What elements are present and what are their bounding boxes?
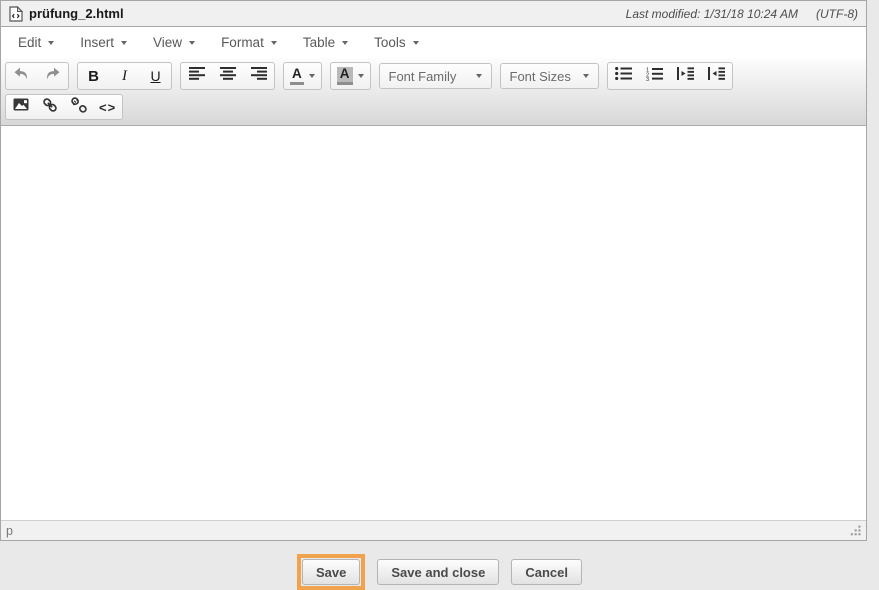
indent-icon: [677, 67, 694, 85]
align-right-button[interactable]: [243, 63, 274, 89]
toolbar-row-1: B I U: [5, 62, 862, 90]
outdent-icon: [708, 67, 725, 85]
chevron-down-icon: [309, 74, 315, 78]
menu-table-label: Table: [303, 35, 335, 50]
underline-button[interactable]: U: [140, 63, 171, 89]
unlink-icon: [71, 97, 87, 118]
save-and-close-button[interactable]: Save and close: [377, 559, 499, 585]
resize-grip[interactable]: [850, 525, 861, 536]
menu-insert-label: Insert: [80, 35, 114, 50]
menu-edit-label: Edit: [18, 35, 41, 50]
text-style-group: B I U: [77, 62, 172, 90]
redo-icon: [44, 67, 61, 86]
font-family-label: Font Family: [389, 69, 457, 84]
bold-button[interactable]: B: [78, 63, 109, 89]
outdent-button[interactable]: [701, 63, 732, 89]
numbered-list-icon: 1 2 3: [646, 67, 663, 86]
redo-button[interactable]: [37, 63, 68, 89]
underline-icon: U: [150, 68, 160, 84]
align-center-button[interactable]: [212, 63, 243, 89]
save-button[interactable]: Save: [302, 559, 360, 585]
encoding-label: (UTF-8): [816, 7, 858, 21]
chevron-down-icon: [583, 74, 589, 78]
menu-tools[interactable]: Tools: [362, 28, 431, 57]
insert-image-button[interactable]: [6, 95, 35, 119]
font-sizes-label: Font Sizes: [510, 69, 571, 84]
source-code-icon: <>: [99, 100, 116, 115]
menu-view[interactable]: View: [141, 28, 207, 57]
font-sizes-select[interactable]: Font Sizes: [500, 63, 599, 89]
editor-content-area[interactable]: [1, 126, 866, 520]
numbered-list-button[interactable]: 1 2 3: [639, 63, 670, 89]
background-color-button[interactable]: A: [331, 63, 370, 89]
menu-tools-label: Tools: [374, 35, 406, 50]
forecolor-split-button: A: [283, 62, 322, 90]
html-editor: Edit Insert View Format Table Tools: [0, 27, 867, 541]
toolbar-container: B I U: [1, 58, 866, 126]
menu-format-label: Format: [221, 35, 264, 50]
font-family-select[interactable]: Font Family: [379, 63, 492, 89]
svg-text:3: 3: [646, 77, 649, 81]
chevron-down-icon: [48, 41, 54, 45]
chevron-down-icon: [271, 41, 277, 45]
menu-view-label: View: [153, 35, 182, 50]
save-button-highlight: Save: [297, 554, 365, 590]
link-icon: [42, 97, 58, 118]
background-color-icon: A: [337, 67, 353, 85]
image-icon: [13, 98, 29, 116]
bold-icon: B: [88, 68, 99, 85]
code-file-icon: [9, 6, 23, 22]
chevron-down-icon: [413, 41, 419, 45]
cancel-button[interactable]: Cancel: [511, 559, 582, 585]
chevron-down-icon: [121, 41, 127, 45]
bullet-list-button[interactable]: [608, 63, 639, 89]
alignment-group: [180, 62, 275, 90]
align-left-button[interactable]: [181, 63, 212, 89]
menu-insert[interactable]: Insert: [68, 28, 139, 57]
undo-icon: [13, 67, 30, 86]
toolbar-row-2: <>: [5, 94, 862, 120]
element-path-label[interactable]: p: [6, 524, 13, 538]
menu-edit[interactable]: Edit: [6, 28, 66, 57]
statusbar: p: [1, 520, 866, 540]
align-right-icon: [251, 67, 267, 85]
undo-button[interactable]: [6, 63, 37, 89]
last-modified-label: Last modified: 1/31/18 10:24 AM: [626, 7, 798, 21]
insert-tools-group: <>: [5, 94, 123, 120]
undo-redo-group: [5, 62, 69, 90]
bullet-list-icon: [615, 67, 632, 85]
unlink-button[interactable]: [64, 95, 93, 119]
chevron-down-icon: [358, 74, 364, 78]
align-left-icon: [189, 67, 205, 85]
backcolor-split-button: A: [330, 62, 371, 90]
text-color-button[interactable]: A: [284, 63, 321, 89]
footer-actions: Save Save and close Cancel: [0, 554, 879, 590]
menu-table[interactable]: Table: [291, 28, 360, 57]
chevron-down-icon: [189, 41, 195, 45]
list-indent-group: 1 2 3: [607, 62, 733, 90]
indent-button[interactable]: [670, 63, 701, 89]
insert-link-button[interactable]: [35, 95, 64, 119]
document-filename: prüfung_2.html: [29, 6, 124, 21]
align-center-icon: [220, 67, 236, 85]
chevron-down-icon: [342, 41, 348, 45]
source-code-button[interactable]: <>: [93, 95, 122, 119]
text-color-icon: A: [290, 67, 304, 85]
italic-button[interactable]: I: [109, 63, 140, 89]
titlebar: prüfung_2.html Last modified: 1/31/18 10…: [0, 0, 867, 27]
menubar: Edit Insert View Format Table Tools: [1, 27, 866, 58]
chevron-down-icon: [476, 74, 482, 78]
italic-icon: I: [122, 68, 127, 85]
menu-format[interactable]: Format: [209, 28, 289, 57]
